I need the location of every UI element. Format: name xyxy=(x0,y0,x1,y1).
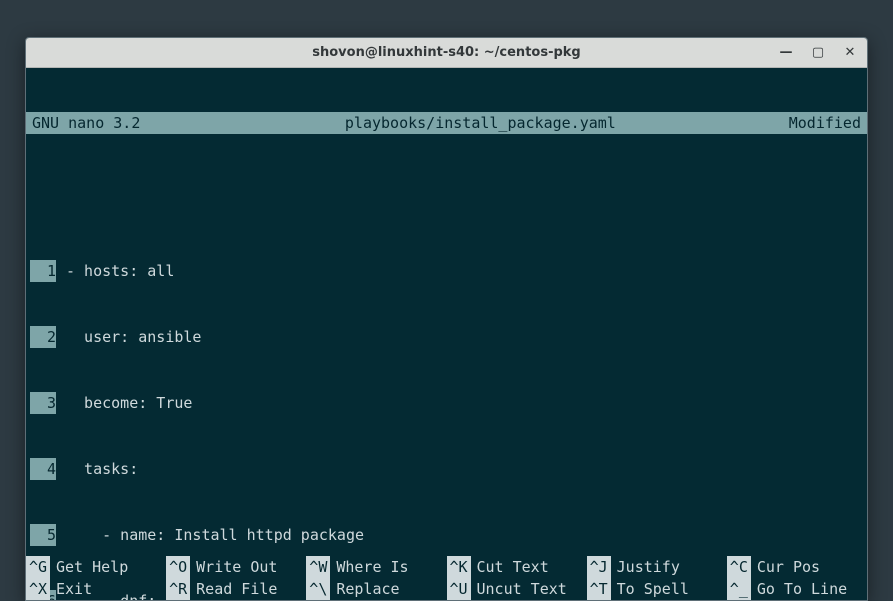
titlebar: shovon@linuxhint-s40: ~/centos-pkg — ▢ ✕ xyxy=(26,38,867,68)
editor-line: 4 tasks: xyxy=(30,458,867,480)
shortcut-cut-text[interactable]: ^K Cut Text xyxy=(447,556,587,578)
shortcut-read-file[interactable]: ^R Read File xyxy=(166,578,306,600)
editor-line: 3 become: True xyxy=(30,392,867,414)
window-title: shovon@linuxhint-s40: ~/centos-pkg xyxy=(26,45,867,60)
line-number: 2 xyxy=(30,326,56,348)
shortcut-key: ^_ xyxy=(727,578,751,600)
shortcut-label: Justify xyxy=(617,556,680,578)
line-text: user: ansible xyxy=(66,326,201,348)
shortcut-replace[interactable]: ^\ Replace xyxy=(306,578,446,600)
shortcut-key: ^K xyxy=(447,556,471,578)
shortcut-label: Uncut Text xyxy=(477,578,567,600)
shortcut-label: Get Help xyxy=(56,556,128,578)
shortcut-key: ^U xyxy=(447,578,471,600)
terminal-area[interactable]: GNU nano 3.2 playbooks/install_package.y… xyxy=(26,68,867,600)
shortcut-label: Replace xyxy=(336,578,399,600)
shortcut-label: Write Out xyxy=(196,556,277,578)
shortcut-label: Cut Text xyxy=(477,556,549,578)
shortcut-where-is[interactable]: ^W Where Is xyxy=(306,556,446,578)
shortcut-uncut-text[interactable]: ^U Uncut Text xyxy=(447,578,587,600)
shortcut-key: ^T xyxy=(587,578,611,600)
shortcut-key: ^C xyxy=(727,556,751,578)
line-number: 1 xyxy=(30,260,56,282)
shortcut-cur-pos[interactable]: ^C Cur Pos xyxy=(727,556,867,578)
line-number: 3 xyxy=(30,392,56,414)
shortcut-label: Read File xyxy=(196,578,277,600)
line-text: - name: Install httpd package xyxy=(66,524,364,546)
nano-shortcuts: ^G Get Help ^O Write Out ^W Where Is ^K Cut … xyxy=(26,556,867,600)
terminal-window: shovon@linuxhint-s40: ~/centos-pkg — ▢ ✕… xyxy=(25,37,868,601)
shortcut-write-out[interactable]: ^O Write Out xyxy=(166,556,306,578)
shortcut-key: ^X xyxy=(26,578,50,600)
nano-app: GNU nano 3.2 xyxy=(32,112,172,134)
shortcut-key: ^R xyxy=(166,578,190,600)
nano-file: playbooks/install_package.yaml xyxy=(172,112,789,134)
line-text: tasks: xyxy=(66,458,138,480)
nano-status: Modified xyxy=(789,112,861,134)
line-number: 5 xyxy=(30,524,56,546)
shortcut-get-help[interactable]: ^G Get Help xyxy=(26,556,166,578)
shortcut-to-spell[interactable]: ^T To Spell xyxy=(587,578,727,600)
maximize-button[interactable]: ▢ xyxy=(805,42,831,64)
shortcut-key: ^G xyxy=(26,556,50,578)
shortcut-label: Go To Line xyxy=(757,578,847,600)
nano-header: GNU nano 3.2 playbooks/install_package.y… xyxy=(26,112,867,134)
shortcut-go-to-line[interactable]: ^_ Go To Line xyxy=(727,578,867,600)
shortcut-label: Where Is xyxy=(336,556,408,578)
shortcut-key: ^W xyxy=(306,556,330,578)
shortcut-key: ^O xyxy=(166,556,190,578)
editor-line: 5 - name: Install httpd package xyxy=(30,524,867,546)
line-text: become: True xyxy=(66,392,192,414)
editor-line: 2 user: ansible xyxy=(30,326,867,348)
shortcut-justify[interactable]: ^J Justify xyxy=(587,556,727,578)
shortcut-exit[interactable]: ^X Exit xyxy=(26,578,166,600)
shortcut-key: ^\ xyxy=(306,578,330,600)
line-number: 4 xyxy=(30,458,56,480)
shortcut-label: Cur Pos xyxy=(757,556,820,578)
shortcut-label: Exit xyxy=(56,578,92,600)
shortcut-key: ^J xyxy=(587,556,611,578)
editor-body[interactable]: 1 - hosts: all 2 user: ansible 3 become: … xyxy=(26,200,867,600)
shortcut-label: To Spell xyxy=(617,578,689,600)
minimize-button[interactable]: — xyxy=(773,42,799,64)
close-button[interactable]: ✕ xyxy=(837,42,863,64)
line-text: - hosts: all xyxy=(66,260,174,282)
window-buttons: — ▢ ✕ xyxy=(773,42,863,64)
editor-line: 1 - hosts: all xyxy=(30,260,867,282)
